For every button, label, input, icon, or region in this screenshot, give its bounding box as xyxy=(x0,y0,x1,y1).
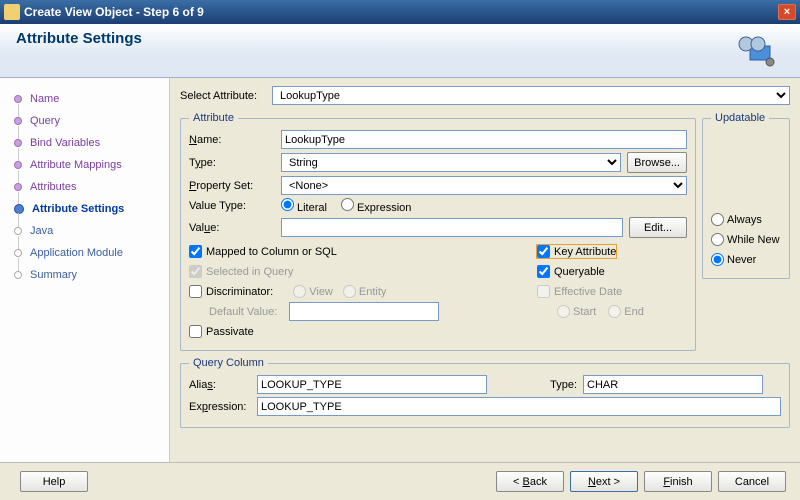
discriminator-checkbox[interactable]: Discriminator: xyxy=(189,285,273,298)
property-set-label: Property Set: xyxy=(189,180,281,192)
alias-input[interactable] xyxy=(257,375,487,394)
finish-button[interactable]: Finish xyxy=(644,471,712,492)
step-attribute-mappings[interactable]: Attribute Mappings xyxy=(14,154,169,176)
query-column-fieldset: Query Column Alias: Type: Expression: xyxy=(180,357,790,428)
wizard-header: Attribute Settings xyxy=(0,24,800,78)
step-bind-variables[interactable]: Bind Variables xyxy=(14,132,169,154)
name-input[interactable] xyxy=(281,130,687,149)
view-radio: View xyxy=(293,285,333,298)
attribute-legend: Attribute xyxy=(189,112,238,124)
next-button[interactable]: Next > xyxy=(570,471,638,492)
queryable-checkbox[interactable]: Queryable xyxy=(537,265,605,278)
mapped-checkbox[interactable]: Mapped to Column or SQL xyxy=(189,245,337,258)
property-set-dropdown[interactable]: <None> xyxy=(281,176,687,195)
wizard-footer: Help < Back Next > Finish Cancel xyxy=(0,462,800,500)
type-dropdown[interactable]: String xyxy=(281,153,621,172)
value-label: Value: xyxy=(189,222,281,234)
app-icon xyxy=(4,4,20,20)
edit-button[interactable]: Edit... xyxy=(629,217,687,238)
browse-button[interactable]: Browse... xyxy=(627,152,687,173)
select-attribute-label: Select Attribute: xyxy=(180,90,272,102)
alias-label: Alias: xyxy=(189,379,257,391)
expression-input[interactable] xyxy=(257,397,781,416)
step-java[interactable]: Java xyxy=(14,220,169,242)
selected-in-query-checkbox: Selected in Query xyxy=(189,265,293,278)
step-attributes[interactable]: Attributes xyxy=(14,176,169,198)
start-radio: Start xyxy=(557,305,596,318)
window-title: Create View Object - Step 6 of 9 xyxy=(24,5,778,19)
default-value-label: Default Value: xyxy=(209,306,289,318)
back-button[interactable]: < Back xyxy=(496,471,564,492)
close-icon[interactable]: × xyxy=(778,4,796,20)
value-input[interactable] xyxy=(281,218,623,237)
name-label: Name: xyxy=(189,134,281,146)
default-value-input xyxy=(289,302,439,321)
select-attribute-dropdown[interactable]: LookupType xyxy=(272,86,790,105)
end-radio: End xyxy=(608,305,644,318)
query-column-legend: Query Column xyxy=(189,357,268,369)
step-attribute-settings[interactable]: Attribute Settings xyxy=(14,198,169,220)
expression-radio[interactable]: Expression xyxy=(341,198,411,214)
while-new-radio[interactable]: While New xyxy=(711,233,780,246)
step-summary[interactable]: Summary xyxy=(14,264,169,286)
step-query[interactable]: Query xyxy=(14,110,169,132)
type-label: Type: xyxy=(189,157,281,169)
never-radio[interactable]: Never xyxy=(711,253,756,266)
header-decor-icon xyxy=(732,32,780,68)
entity-radio: Entity xyxy=(343,285,387,298)
updatable-fieldset: Updatable Always While New Never xyxy=(702,112,790,279)
qc-type-label: Type: xyxy=(527,379,577,391)
attribute-fieldset: Attribute Name: Type: String Browse... P… xyxy=(180,112,696,351)
cancel-button[interactable]: Cancel xyxy=(718,471,786,492)
page-title: Attribute Settings xyxy=(16,30,784,47)
passivate-checkbox[interactable]: Passivate xyxy=(189,325,254,338)
value-type-label: Value Type: xyxy=(189,200,281,212)
always-radio[interactable]: Always xyxy=(711,213,762,226)
literal-radio[interactable]: Literal xyxy=(281,198,327,214)
effective-date-checkbox: Effective Date xyxy=(537,285,622,298)
wizard-steps: Name Query Bind Variables Attribute Mapp… xyxy=(0,78,170,462)
key-attribute-checkbox[interactable]: Key Attribute xyxy=(537,245,616,258)
qc-type-input[interactable] xyxy=(583,375,763,394)
expression-label: Expression: xyxy=(189,401,257,413)
updatable-legend: Updatable xyxy=(711,112,769,124)
step-name[interactable]: Name xyxy=(14,88,169,110)
help-button[interactable]: Help xyxy=(20,471,88,492)
step-application-module[interactable]: Application Module xyxy=(14,242,169,264)
title-bar: Create View Object - Step 6 of 9 × xyxy=(0,0,800,24)
